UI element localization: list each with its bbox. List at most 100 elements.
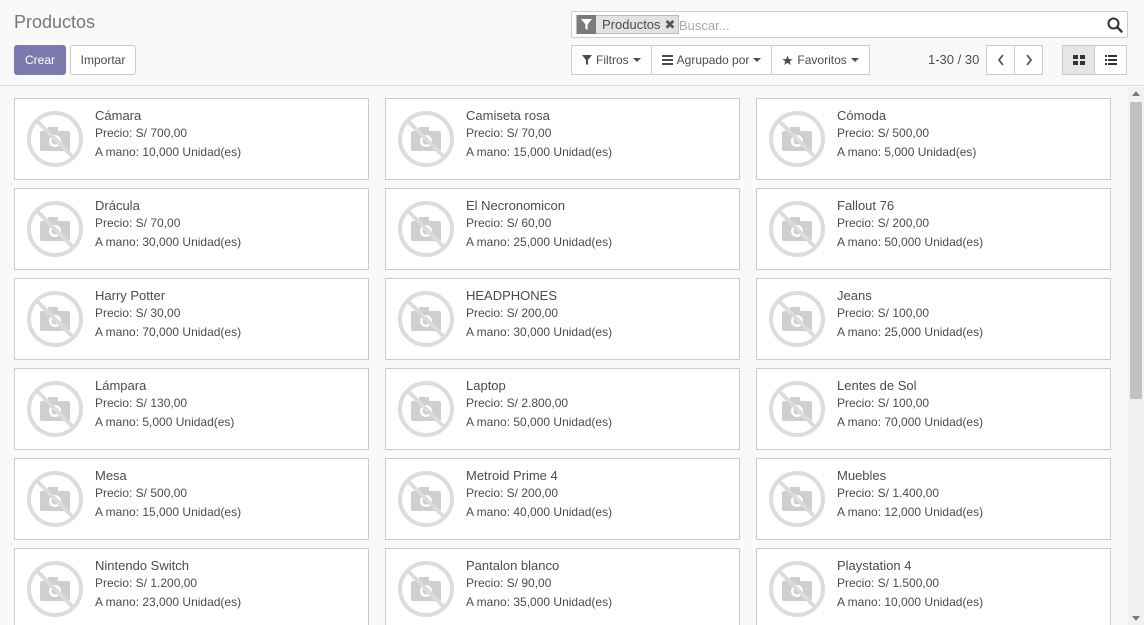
product-name: Cámara — [95, 108, 142, 123]
groupby-label: Agrupado por — [676, 53, 750, 67]
product-name: Lámpara — [95, 378, 147, 393]
product-price: Precio: S/ 130,00 — [95, 396, 188, 410]
pager-value[interactable]: 1-30 / 30 — [928, 52, 979, 67]
product-price: Precio: S/ 500,00 — [837, 126, 930, 140]
filter-icon — [577, 15, 596, 34]
product-price: Precio: S/ 70,00 — [95, 216, 181, 230]
product-price: Precio: S/ 500,00 — [95, 486, 188, 500]
product-stock: A mano: 15,000 Unidad(es) — [95, 505, 242, 519]
product-name: Cómoda — [837, 108, 887, 123]
product-card[interactable]: Mesa Precio: S/ 500,00 A mano: 15,000 Unid… — [14, 458, 369, 540]
product-price: Precio: S/ 2.800,00 — [466, 396, 569, 410]
pager-next-button[interactable] — [1014, 45, 1043, 75]
favorites-dropdown[interactable]: Favoritos — [771, 45, 870, 75]
facet-remove-icon[interactable]: ✖ — [665, 17, 679, 33]
product-stock: A mano: 50,000 Unidad(es) — [466, 415, 613, 429]
product-stock: A mano: 70,000 Unidad(es) — [837, 415, 984, 429]
kanban-view: Cámara Precio: S/ 700,00 A mano: 10,000 Un… — [0, 87, 1128, 625]
star-icon — [782, 54, 793, 65]
product-price: Precio: S/ 70,00 — [466, 126, 552, 140]
create-button[interactable]: Crear — [14, 45, 66, 75]
product-name: Nintendo Switch — [95, 558, 189, 573]
product-name: Fallout 76 — [837, 198, 895, 213]
product-card[interactable]: Playstation 4 Precio: S/ 1.500,00 A mano: … — [756, 548, 1111, 625]
product-name: Metroid Prime 4 — [466, 468, 558, 483]
product-card[interactable]: Nintendo Switch Precio: S/ 1.200,00 A mano… — [14, 548, 369, 625]
product-stock: A mano: 35,000 Unidad(es) — [466, 595, 613, 609]
scroll-down-arrow-icon[interactable] — [1132, 616, 1140, 621]
product-name: Camiseta rosa — [466, 108, 550, 123]
kanban-view-button[interactable] — [1062, 45, 1095, 75]
product-card[interactable]: Fallout 76 Precio: S/ 200,00 A mano: 50,00… — [756, 188, 1111, 270]
pager-previous-button[interactable] — [986, 45, 1015, 75]
caret-down-icon — [632, 58, 641, 62]
page-title: Productos — [14, 12, 96, 32]
product-stock: A mano: 30,000 Unidad(es) — [466, 325, 613, 339]
product-price: Precio: S/ 60,00 — [466, 216, 552, 230]
product-image-placeholder-icon — [25, 379, 85, 439]
product-stock: A mano: 15,000 Unidad(es) — [466, 145, 613, 159]
product-price: Precio: S/ 30,00 — [95, 306, 181, 320]
product-name: Pantalon blanco — [466, 558, 560, 573]
product-stock: A mano: 30,000 Unidad(es) — [95, 235, 242, 249]
product-card[interactable]: Jeans Precio: S/ 100,00 A mano: 25,000 Uni… — [756, 278, 1111, 360]
product-image-placeholder-icon — [767, 199, 827, 259]
chevron-left-icon — [997, 54, 1004, 66]
product-card[interactable]: Lentes de Sol Precio: S/ 100,00 A mano: 70… — [756, 368, 1111, 450]
scrollbar[interactable] — [1128, 87, 1144, 625]
product-card[interactable]: HEADPHONES Precio: S/ 200,00 A mano: 30,00… — [385, 278, 740, 360]
product-image-placeholder-icon — [25, 199, 85, 259]
product-card[interactable]: Cómoda Precio: S/ 500,00 A mano: 5,000 Uni… — [756, 98, 1111, 180]
product-price: Precio: S/ 1.400,00 — [837, 486, 940, 500]
scroll-up-arrow-icon[interactable] — [1132, 91, 1140, 96]
product-image-placeholder-icon — [396, 379, 456, 439]
product-name: Jeans — [837, 288, 872, 303]
filters-dropdown[interactable]: Filtros — [571, 45, 652, 75]
product-card[interactable]: Lámpara Precio: S/ 130,00 A mano: 5,000 Un… — [14, 368, 369, 450]
product-stock: A mano: 40,000 Unidad(es) — [466, 505, 613, 519]
product-image-placeholder-icon — [767, 109, 827, 169]
product-image-placeholder-icon — [767, 379, 827, 439]
product-image-placeholder-icon — [767, 559, 827, 619]
product-image-placeholder-icon — [25, 469, 85, 529]
product-name: El Necronomicon — [466, 198, 565, 213]
caret-down-icon — [753, 58, 762, 62]
search-bar: Productos ✖ — [571, 11, 1128, 38]
product-stock: A mano: 70,000 Unidad(es) — [95, 325, 242, 339]
list-view-button[interactable] — [1094, 45, 1127, 75]
product-card[interactable]: Camiseta rosa Precio: S/ 70,00 A mano: 15,… — [385, 98, 740, 180]
view-switcher — [1062, 45, 1127, 75]
product-price: Precio: S/ 200,00 — [466, 306, 559, 320]
product-name: Laptop — [466, 378, 506, 393]
product-image-placeholder-icon — [396, 289, 456, 349]
scroll-thumb[interactable] — [1130, 102, 1142, 399]
product-card[interactable]: Pantalon blanco Precio: S/ 90,00 A mano: 3… — [385, 548, 740, 625]
search-icon[interactable] — [1107, 17, 1123, 36]
product-price: Precio: S/ 1.500,00 — [837, 576, 940, 590]
filter-icon — [582, 55, 592, 65]
product-image-placeholder-icon — [767, 469, 827, 529]
import-button[interactable]: Importar — [70, 45, 136, 75]
product-stock: A mano: 12,000 Unidad(es) — [837, 505, 984, 519]
filters-label: Filtros — [596, 53, 629, 67]
product-card[interactable]: Laptop Precio: S/ 2.800,00 A mano: 50,000 … — [385, 368, 740, 450]
product-price: Precio: S/ 200,00 — [466, 486, 559, 500]
product-image-placeholder-icon — [25, 559, 85, 619]
product-card[interactable]: Metroid Prime 4 Precio: S/ 200,00 A mano: … — [385, 458, 740, 540]
search-input[interactable] — [679, 15, 1099, 35]
product-card[interactable]: Drácula Precio: S/ 70,00 A mano: 30,000 Un… — [14, 188, 369, 270]
search-facet: Productos ✖ — [576, 15, 680, 34]
product-card[interactable]: Muebles Precio: S/ 1.400,00 A mano: 12,000… — [756, 458, 1111, 540]
product-card[interactable]: El Necronomicon Precio: S/ 60,00 A mano: 2… — [385, 188, 740, 270]
product-stock: A mano: 10,000 Unidad(es) — [837, 595, 984, 609]
product-image-placeholder-icon — [396, 109, 456, 169]
product-name: Mesa — [95, 468, 127, 483]
product-price: Precio: S/ 200,00 — [837, 216, 930, 230]
product-name: HEADPHONES — [466, 288, 558, 303]
product-card[interactable]: Cámara Precio: S/ 700,00 A mano: 10,000 Un… — [14, 98, 369, 180]
search-facet-label: Productos — [602, 17, 661, 32]
product-name: Lentes de Sol — [837, 378, 917, 393]
groupby-dropdown[interactable]: Agrupado por — [650, 45, 773, 75]
product-card[interactable]: Harry Potter Precio: S/ 30,00 A mano: 70,0… — [14, 278, 369, 360]
product-image-placeholder-icon — [25, 289, 85, 349]
